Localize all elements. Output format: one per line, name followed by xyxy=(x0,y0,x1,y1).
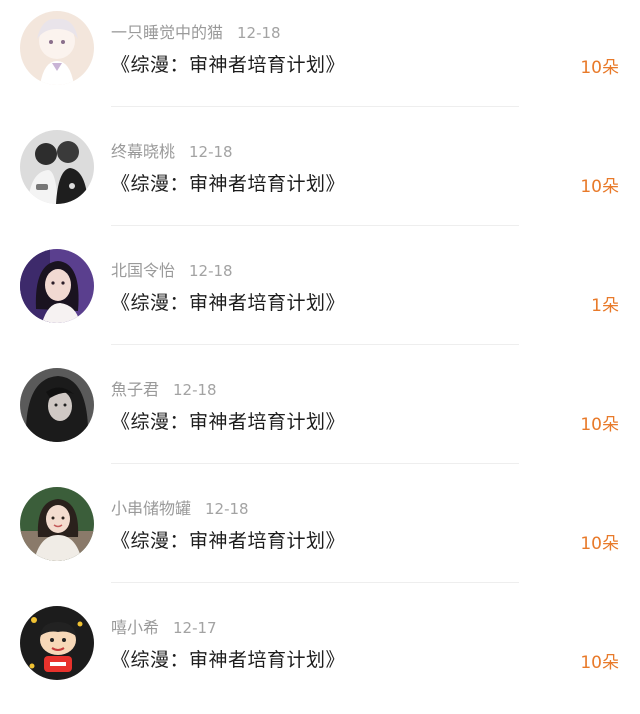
list-item[interactable]: 小串储物罐 12-18 《综漫：审神者培育计划》 10朵 xyxy=(0,476,640,595)
avatar[interactable] xyxy=(20,249,94,323)
list-item[interactable]: 北国令怡 12-18 《综漫：审神者培育计划》 1朵 xyxy=(0,238,640,357)
work-title[interactable]: 《综漫：审神者培育计划》 xyxy=(111,50,345,77)
avatar[interactable] xyxy=(20,11,94,85)
gift-count: 10朵 xyxy=(580,653,619,673)
work-title[interactable]: 《综漫：审神者培育计划》 xyxy=(111,288,345,315)
avatar[interactable] xyxy=(20,487,94,561)
girl-portrait-avatar xyxy=(20,249,94,323)
gift-count: 10朵 xyxy=(580,534,619,554)
divider xyxy=(111,582,519,583)
username[interactable]: 终幕晓桃 xyxy=(111,142,175,161)
list-item[interactable]: 魚子君 12-18 《综漫：审神者培育计划》 10朵 xyxy=(0,357,640,476)
meta-row: 一只睡觉中的猫 12-18 xyxy=(111,19,281,43)
divider xyxy=(111,225,519,226)
avatar[interactable] xyxy=(20,606,94,680)
avatar[interactable] xyxy=(20,130,94,204)
gift-count: 10朵 xyxy=(580,415,619,435)
username[interactable]: 一只睡觉中的猫 xyxy=(111,23,223,42)
work-title[interactable]: 《综漫：审神者培育计划》 xyxy=(111,407,345,434)
work-title[interactable]: 《综漫：审神者培育计划》 xyxy=(111,645,345,672)
gift-count: 1朵 xyxy=(591,296,619,316)
meta-row: 魚子君 12-18 xyxy=(111,376,217,400)
gift-count: 10朵 xyxy=(580,58,619,78)
list-item[interactable]: 终幕晓桃 12-18 《综漫：审神者培育计划》 10朵 xyxy=(0,119,640,238)
username[interactable]: 小串储物罐 xyxy=(111,499,191,518)
meta-row: 嘻小希 12-17 xyxy=(111,614,217,638)
divider xyxy=(111,344,519,345)
list-item[interactable]: 一只睡觉中的猫 12-18 《综漫：审神者培育计划》 10朵 xyxy=(0,0,640,119)
date: 12-18 xyxy=(189,262,233,280)
work-title[interactable]: 《综漫：审神者培育计划》 xyxy=(111,169,345,196)
couple-photo-avatar xyxy=(20,130,94,204)
divider xyxy=(111,463,519,464)
date: 12-17 xyxy=(173,619,217,637)
username[interactable]: 魚子君 xyxy=(111,380,159,399)
meta-row: 北国令怡 12-18 xyxy=(111,257,233,281)
cartoon-character-avatar xyxy=(20,606,94,680)
meta-row: 终幕晓桃 12-18 xyxy=(111,138,233,162)
date: 12-18 xyxy=(189,143,233,161)
girl-photo-avatar xyxy=(20,487,94,561)
list-item[interactable]: 嘻小希 12-17 《综漫：审神者培育计划》 10朵 xyxy=(0,595,640,714)
anime-character-avatar xyxy=(20,11,94,85)
username[interactable]: 嘻小希 xyxy=(111,618,159,637)
date: 12-18 xyxy=(237,24,281,42)
date: 12-18 xyxy=(205,500,249,518)
username[interactable]: 北国令怡 xyxy=(111,261,175,280)
date: 12-18 xyxy=(173,381,217,399)
work-title[interactable]: 《综漫：审神者培育计划》 xyxy=(111,526,345,553)
girl-dark-hair-avatar xyxy=(20,368,94,442)
divider xyxy=(111,106,519,107)
avatar[interactable] xyxy=(20,368,94,442)
gift-count: 10朵 xyxy=(580,177,619,197)
meta-row: 小串储物罐 12-18 xyxy=(111,495,249,519)
gift-record-list: 一只睡觉中的猫 12-18 《综漫：审神者培育计划》 10朵 终幕晓桃 12-18 … xyxy=(0,0,640,694)
